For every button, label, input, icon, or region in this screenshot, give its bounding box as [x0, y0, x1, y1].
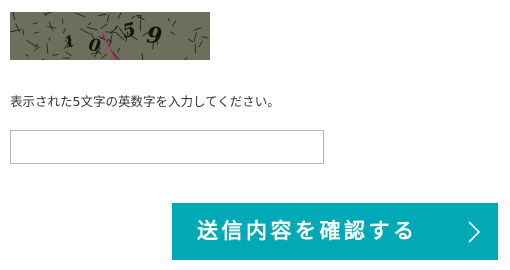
captcha-image: 1 05 9 [10, 12, 210, 60]
chevron-right-icon [468, 221, 480, 243]
svg-text:9: 9 [145, 22, 163, 49]
captcha-instruction: 表示された5文字の英数字を入力してください。 [10, 94, 280, 109]
captcha-code-input[interactable] [10, 130, 324, 164]
confirm-submit-button[interactable]: 送信内容を確認する [172, 203, 498, 260]
confirm-submit-label: 送信内容を確認する [197, 219, 418, 243]
